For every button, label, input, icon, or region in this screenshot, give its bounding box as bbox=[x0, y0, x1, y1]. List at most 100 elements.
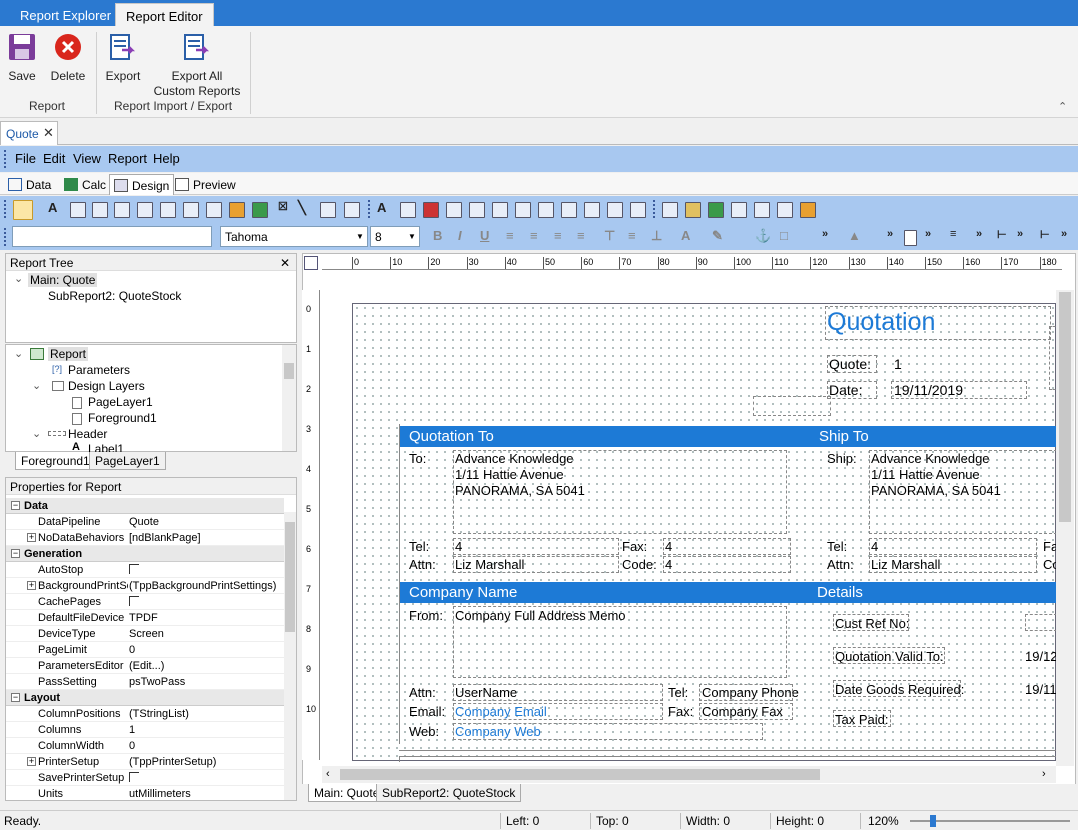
attn-label[interactable]: Attn: bbox=[409, 557, 436, 572]
label-frame[interactable] bbox=[663, 538, 791, 555]
email-label[interactable]: Email: bbox=[409, 704, 445, 719]
label-frame[interactable] bbox=[869, 556, 1037, 573]
new-page-icon[interactable] bbox=[904, 230, 917, 246]
prop-row[interactable]: ColumnWidth 0 bbox=[6, 738, 284, 754]
close-icon[interactable]: ✕ bbox=[280, 256, 290, 270]
zoom-slider-thumb[interactable] bbox=[930, 815, 936, 827]
variable-tool-icon[interactable] bbox=[137, 202, 153, 218]
band-divider[interactable] bbox=[399, 750, 1059, 751]
tree-node-subreport[interactable]: SubReport2: QuoteStock bbox=[48, 289, 181, 303]
memo-frame[interactable] bbox=[869, 450, 1057, 534]
to-label[interactable]: To: bbox=[409, 451, 426, 466]
dbcalc-tool-icon[interactable] bbox=[423, 202, 439, 218]
collapse-icon[interactable]: ⌄ bbox=[14, 272, 23, 285]
prop-category-data[interactable]: − Data bbox=[6, 498, 284, 514]
label-frame[interactable] bbox=[699, 684, 793, 701]
export-button[interactable]: Export bbox=[102, 26, 144, 84]
label-frame[interactable] bbox=[1025, 614, 1057, 631]
tree-node-report[interactable]: Report bbox=[48, 347, 89, 361]
dbbarcode-tool-icon[interactable] bbox=[515, 202, 531, 218]
prop-row[interactable]: DataPipeline Quote bbox=[6, 514, 284, 530]
prop-value[interactable]: (TppPrinterSetup) bbox=[129, 756, 283, 768]
valid-to-value[interactable]: 19/12 bbox=[1025, 649, 1058, 664]
dbcrosstab-tool-icon[interactable] bbox=[607, 202, 623, 218]
quote-value[interactable]: 1 bbox=[894, 356, 902, 372]
prop-value[interactable]: 1 bbox=[129, 724, 283, 736]
valign-middle-icon[interactable]: ≡ bbox=[628, 228, 636, 243]
pen-tool-icon[interactable] bbox=[754, 202, 770, 218]
align-right-icon[interactable]: ≡ bbox=[554, 228, 562, 243]
tab-foreground1[interactable]: Foreground1 bbox=[15, 452, 96, 470]
prop-value[interactable]: utMillimeters bbox=[129, 788, 283, 800]
tab-calc[interactable]: Calc bbox=[60, 174, 110, 195]
region2-tool-icon[interactable] bbox=[708, 202, 724, 218]
menu-view[interactable]: View bbox=[73, 151, 101, 166]
line-tool-icon[interactable]: ╲ bbox=[298, 200, 306, 216]
delete-button[interactable]: Delete bbox=[46, 26, 90, 84]
scroll-thumb[interactable] bbox=[1059, 292, 1071, 522]
scroll-left-icon[interactable]: ‹ bbox=[326, 768, 330, 780]
dbimage-tool-icon[interactable] bbox=[469, 202, 485, 218]
dbtable-tool-icon[interactable] bbox=[630, 202, 646, 218]
paintbox-tool-icon[interactable] bbox=[731, 202, 747, 218]
vertical-scrollbar[interactable] bbox=[1056, 290, 1074, 766]
label-frame[interactable] bbox=[869, 538, 1037, 555]
expand-icon[interactable]: + bbox=[27, 757, 36, 766]
dbmemo-tool-icon[interactable] bbox=[446, 202, 462, 218]
prop-value[interactable]: [ndBlankPage] bbox=[129, 532, 283, 544]
image-tool-icon[interactable] bbox=[160, 202, 176, 218]
grip-handle[interactable] bbox=[653, 200, 655, 218]
label-frame[interactable] bbox=[827, 355, 877, 373]
prop-row[interactable]: SavePrinterSetup bbox=[6, 770, 284, 786]
align-center-icon[interactable]: ≡ bbox=[530, 228, 538, 243]
dbtext-tool-icon[interactable] bbox=[400, 202, 416, 218]
grip-handle[interactable] bbox=[4, 200, 6, 218]
scroll-thumb[interactable] bbox=[284, 363, 294, 379]
collapse-icon[interactable]: − bbox=[11, 549, 20, 558]
tab-main-quote[interactable]: Main: Quote bbox=[308, 784, 386, 802]
label-frame[interactable] bbox=[833, 614, 909, 631]
dblabel-tool-icon[interactable]: A bbox=[377, 200, 386, 215]
prop-row[interactable]: CachePages bbox=[6, 594, 284, 610]
ship-label[interactable]: Ship: bbox=[827, 451, 857, 466]
goods-required-value[interactable]: 19/11 bbox=[1025, 682, 1057, 697]
tab-order-icon[interactable]: ≡ bbox=[950, 228, 956, 240]
prop-row[interactable]: + BackgroundPrintSe (TppBackgroundPrintSet… bbox=[6, 578, 284, 594]
label-frame[interactable] bbox=[753, 396, 831, 416]
details-label[interactable]: Details bbox=[817, 584, 863, 601]
prop-row[interactable]: PageLimit 0 bbox=[6, 642, 284, 658]
dbrichtext-tool-icon[interactable] bbox=[492, 202, 508, 218]
bold-icon[interactable]: B bbox=[433, 228, 442, 243]
label-frame[interactable] bbox=[453, 703, 663, 720]
barcode-tool-icon[interactable] bbox=[320, 202, 336, 218]
prop-row[interactable]: ParametersEditor (Edit...) bbox=[6, 658, 284, 674]
memo-tool-icon[interactable] bbox=[70, 202, 86, 218]
overflow-chevron-icon[interactable]: » bbox=[1061, 228, 1067, 240]
tree-node-header[interactable]: Header bbox=[68, 427, 107, 441]
label-frame[interactable] bbox=[833, 710, 891, 727]
memo-frame[interactable] bbox=[453, 450, 787, 534]
scrollbar[interactable] bbox=[284, 512, 296, 800]
overflow-chevron-icon[interactable]: » bbox=[925, 228, 931, 240]
label-frame[interactable] bbox=[453, 538, 619, 555]
menu-file[interactable]: File bbox=[15, 151, 36, 166]
design-canvas[interactable]: Quotation Quote: 1 Date: 19/11/2019 Quot… bbox=[352, 303, 1060, 762]
align-left-icon[interactable]: ≡ bbox=[506, 228, 514, 243]
checkbox-icon[interactable] bbox=[129, 564, 139, 574]
contact-attn-label[interactable]: Attn: bbox=[409, 685, 436, 700]
prop-value[interactable]: psTwoPass bbox=[129, 676, 283, 688]
label-frame[interactable] bbox=[453, 556, 619, 573]
overflow-chevron-icon[interactable]: » bbox=[1017, 228, 1023, 240]
ship-tel-label[interactable]: Tel: bbox=[827, 539, 847, 554]
export-all-button[interactable]: Export All Custom Reports bbox=[150, 26, 244, 99]
prop-value[interactable]: (TStringList) bbox=[129, 708, 283, 720]
valign-top-icon[interactable]: ⊤ bbox=[604, 228, 615, 244]
grip-handle[interactable] bbox=[368, 200, 370, 218]
prop-row[interactable]: AutoStop bbox=[6, 562, 284, 578]
prop-value[interactable]: (Edit...) bbox=[129, 660, 283, 672]
memo-frame[interactable] bbox=[453, 606, 787, 678]
prop-category-generation[interactable]: − Generation bbox=[6, 546, 284, 562]
font-name-select[interactable]: Tahoma ▼ bbox=[220, 226, 368, 247]
justify-icon[interactable]: ≡ bbox=[577, 228, 585, 243]
shape-tool-icon[interactable] bbox=[183, 202, 199, 218]
